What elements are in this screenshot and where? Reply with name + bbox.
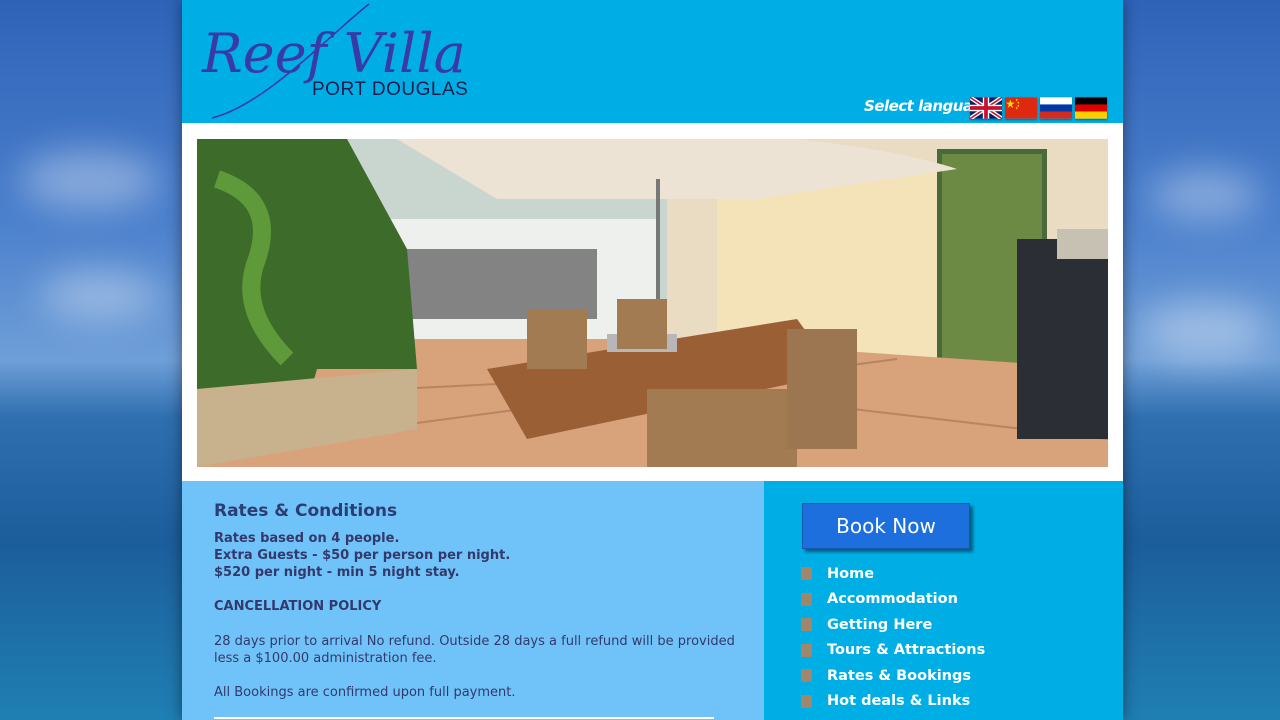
uk-flag-icon[interactable] (970, 97, 1002, 119)
language-flags (970, 97, 1107, 119)
rates-conditions-section: Rates & Conditions Rates based on 4 peop… (182, 481, 764, 720)
bullet-icon (801, 643, 812, 657)
nav-item-accommodation[interactable]: Accommodation (801, 587, 985, 613)
rates-title: Rates & Conditions (214, 501, 398, 521)
nav-label[interactable]: Accommodation (827, 591, 958, 607)
bg-cloud (40, 270, 160, 320)
bullet-icon (801, 592, 812, 606)
villa-patio-photo (197, 139, 1108, 467)
nav-item-tours-attractions[interactable]: Tours & Attractions (801, 638, 985, 664)
bullet-icon (801, 618, 812, 632)
nav-item-rates-bookings[interactable]: Rates & Bookings (801, 663, 985, 689)
russia-flag-icon[interactable] (1040, 97, 1072, 119)
cancellation-text-2: less a $100.00 administration fee. (214, 651, 437, 666)
bookings-confirmed-text: All Bookings are confirmed upon full pay… (214, 685, 516, 700)
nav-item-hot-deals-links[interactable]: Hot deals & Links (801, 689, 985, 715)
bg-cloud (20, 150, 160, 210)
china-flag-icon[interactable] (1005, 97, 1037, 119)
rates-line-extra-guests: Extra Guests - $50 per person per night. (214, 548, 511, 563)
rates-line-base: Rates based on 4 people. (214, 531, 400, 546)
sidebar: Book Now Home Accommodation Getting Here… (764, 481, 1123, 720)
nav-item-getting-here[interactable]: Getting Here (801, 612, 985, 638)
nav-label[interactable]: Tours & Attractions (827, 642, 985, 658)
nav-label[interactable]: Getting Here (827, 617, 932, 633)
site-header: Reef Villa PORT DOUGLAS Select language … (182, 0, 1123, 123)
logo-script-text: Reef Villa (201, 22, 466, 85)
nav-label[interactable]: Rates & Bookings (827, 668, 971, 684)
germany-flag-icon[interactable] (1075, 97, 1107, 119)
bg-cloud (1150, 170, 1260, 220)
cancellation-text-1: 28 days prior to arrival No refund. Outs… (214, 634, 735, 649)
nav-item-home[interactable]: Home (801, 561, 985, 587)
rates-line-nightly: $520 per night - min 5 night stay. (214, 565, 460, 580)
bullet-icon (801, 669, 812, 683)
book-now-button[interactable]: Book Now (802, 503, 970, 549)
bullet-icon (801, 694, 812, 708)
cancellation-heading: CANCELLATION POLICY (214, 599, 382, 614)
nav-label[interactable]: Hot deals & Links (827, 693, 970, 709)
page-container: Reef Villa PORT DOUGLAS Select language … (182, 0, 1123, 720)
logo-subtitle: PORT DOUGLAS (312, 79, 468, 100)
sidebar-nav: Home Accommodation Getting Here Tours & … (801, 561, 985, 714)
nav-label[interactable]: Home (827, 566, 874, 582)
bg-cloud (1140, 300, 1270, 360)
reef-villa-logo[interactable]: Reef Villa PORT DOUGLAS (194, 0, 494, 122)
section-divider (214, 717, 714, 719)
bullet-icon (801, 567, 812, 581)
